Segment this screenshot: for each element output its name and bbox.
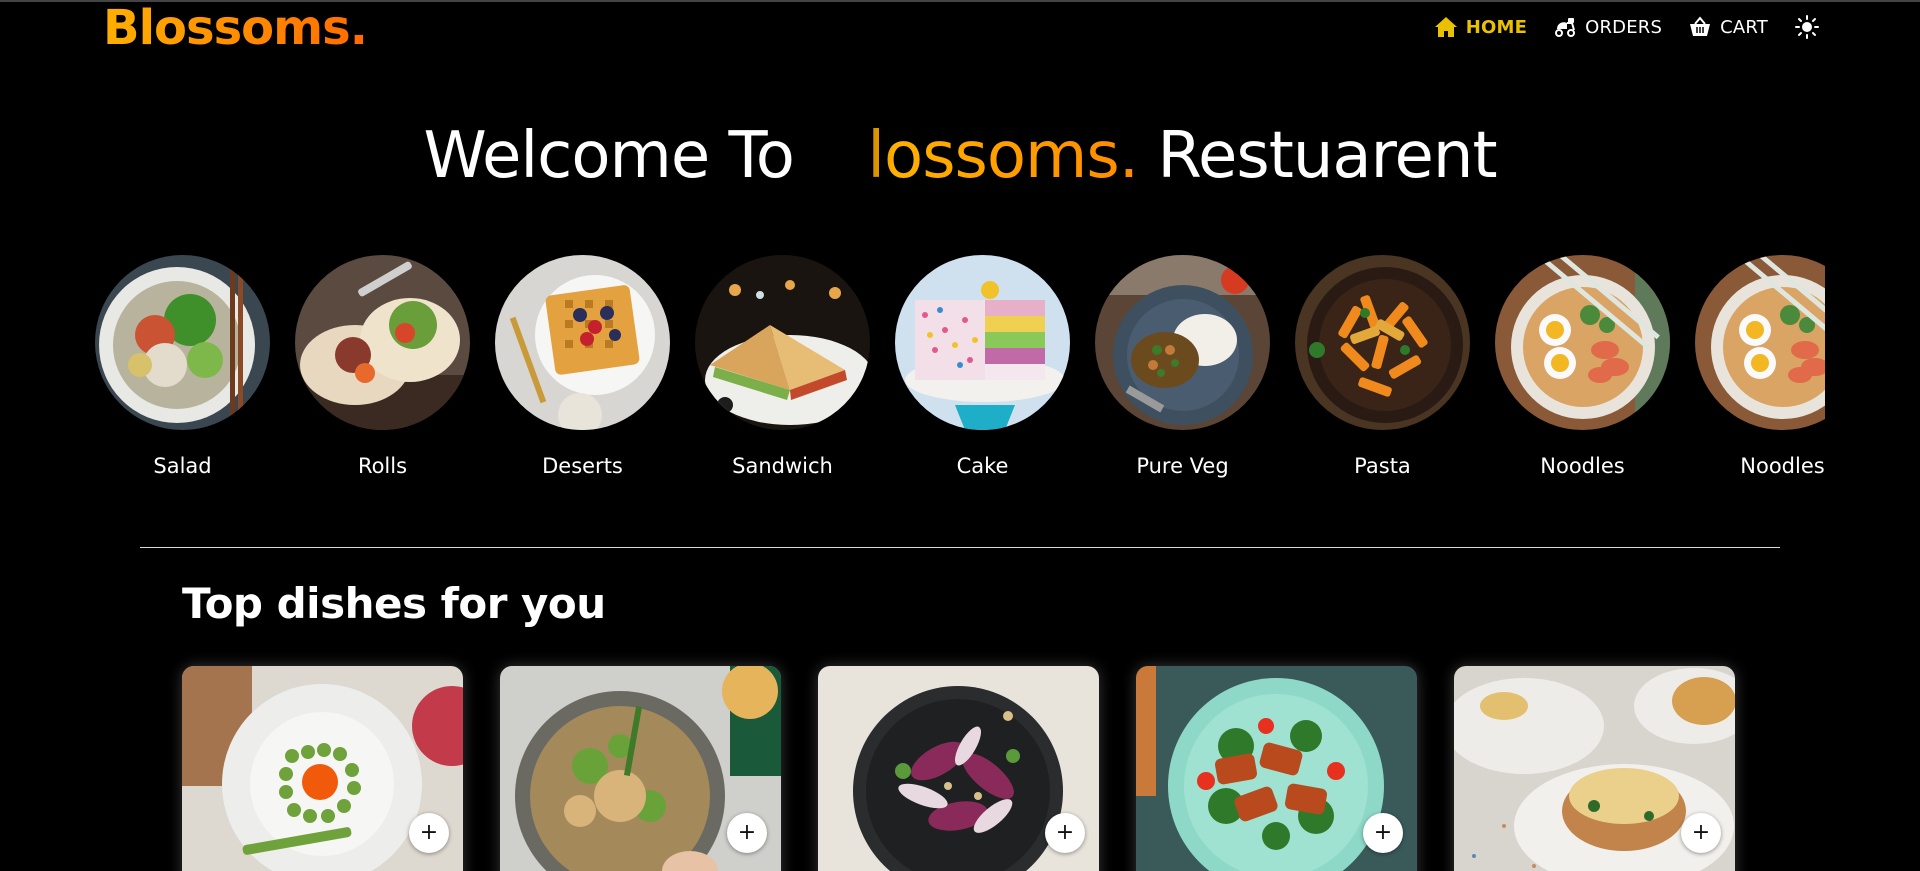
category-label: Noodles (1540, 454, 1625, 478)
sandwich-image (695, 255, 870, 430)
category-carousel[interactable]: Salad Rolls Deserts Sandwich Cake Pure V… (95, 255, 1825, 485)
sprinkle-cake-image (895, 255, 1070, 430)
dish-card[interactable]: + (1136, 666, 1417, 871)
hero-prefix: Welcome To (423, 119, 794, 193)
theme-toggle-button[interactable] (1794, 14, 1820, 40)
category-noodles[interactable]: Noodles (1495, 255, 1670, 485)
add-to-cart-button[interactable]: + (727, 813, 767, 853)
category-label: Noodles (1740, 454, 1825, 478)
nav-home-label: HOME (1465, 16, 1528, 38)
nav-orders-label: ORDERS (1585, 16, 1663, 38)
delivery-scooter-icon (1553, 15, 1577, 39)
nav-home[interactable]: HOME (1434, 16, 1527, 38)
nav-orders[interactable]: ORDERS (1553, 15, 1662, 39)
add-to-cart-button[interactable]: + (1045, 813, 1085, 853)
section-divider (140, 547, 1780, 548)
nav-cart-label: CART (1720, 16, 1768, 38)
category-label: Pasta (1354, 454, 1411, 478)
veg-curry-rice-image (1095, 255, 1270, 430)
hero-suffix: Restuarent (1157, 119, 1497, 193)
sun-icon (1794, 14, 1820, 40)
category-label: Cake (956, 454, 1009, 478)
category-label: Salad (153, 454, 212, 478)
category-label: Deserts (542, 454, 623, 478)
category-label: Sandwich (732, 454, 833, 478)
category-pasta[interactable]: Pasta (1295, 255, 1470, 485)
category-deserts[interactable]: Deserts (495, 255, 670, 485)
dish-card[interactable]: + (182, 666, 463, 871)
home-icon (1434, 16, 1458, 38)
category-label: Rolls (357, 454, 408, 478)
top-dishes-title: Top dishes for you (182, 579, 606, 628)
dish-card[interactable]: + (818, 666, 1099, 871)
ramen-noodles-image (1695, 255, 1825, 430)
category-pure-veg[interactable]: Pure Veg (1095, 255, 1270, 485)
dish-card[interactable]: + (1454, 666, 1735, 871)
nav-cart[interactable]: CART (1688, 15, 1768, 39)
dish-card[interactable]: + (500, 666, 781, 871)
basket-icon (1688, 15, 1712, 39)
add-to-cart-button[interactable]: + (1681, 813, 1721, 853)
main-nav: HOME ORDERS CART (1434, 12, 1820, 42)
page: Blossoms. HOME ORDERS CART Welcome To lo… (0, 0, 1920, 871)
logo[interactable]: Blossoms. (103, 0, 368, 56)
waffle-dessert-image (495, 255, 670, 430)
category-sandwich[interactable]: Sandwich (695, 255, 870, 485)
penne-pasta-image (1295, 255, 1470, 430)
category-rolls[interactable]: Rolls (295, 255, 470, 485)
category-noodles[interactable]: Noodles (1695, 255, 1825, 485)
salad-bowl-image (95, 255, 270, 430)
add-to-cart-button[interactable]: + (409, 813, 449, 853)
add-to-cart-button[interactable]: + (1363, 813, 1403, 853)
top-dishes-grid: + + + + + (182, 666, 1735, 871)
hero-title: Welcome To lossoms. Restuarent (0, 118, 1920, 194)
category-cake[interactable]: Cake (895, 255, 1070, 485)
category-salad[interactable]: Salad (95, 255, 270, 485)
ramen-noodles-image (1495, 255, 1670, 430)
hero-brand: lossoms. (813, 119, 1139, 193)
wrap-rolls-image (295, 255, 470, 430)
category-label: Pure Veg (1136, 454, 1229, 478)
